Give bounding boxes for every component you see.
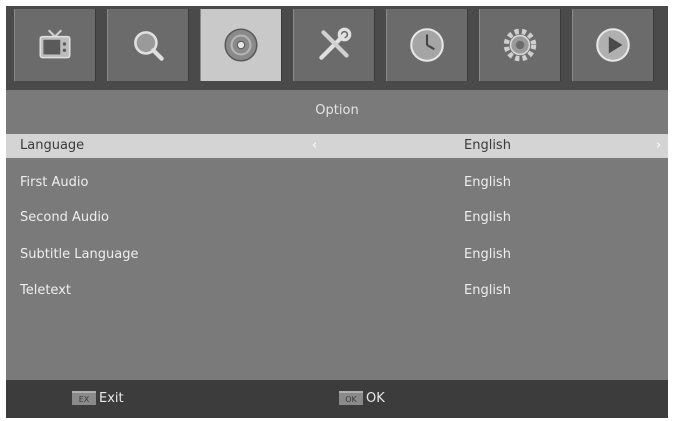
tab-media[interactable] bbox=[572, 9, 654, 81]
menu-tab-bar bbox=[6, 6, 668, 90]
tab-clock[interactable] bbox=[386, 9, 468, 81]
chevron-right-icon[interactable]: › bbox=[656, 134, 661, 158]
option-label: First Audio bbox=[20, 175, 89, 190]
page-title: Option bbox=[315, 103, 359, 118]
option-label: Teletext bbox=[20, 283, 71, 298]
option-value: English bbox=[464, 138, 511, 153]
ok-hint[interactable]: OK bbox=[366, 390, 385, 408]
option-row-second-audio[interactable]: Second Audio English bbox=[6, 206, 668, 230]
tab-tools[interactable] bbox=[293, 9, 375, 81]
option-value: English bbox=[464, 247, 511, 262]
chevron-left-icon[interactable]: ‹ bbox=[312, 134, 317, 158]
footer-bar: EX Exit OK OK bbox=[6, 380, 668, 418]
search-icon bbox=[134, 31, 164, 61]
option-row-first-audio[interactable]: First Audio English bbox=[6, 171, 668, 195]
disc-icon bbox=[224, 28, 258, 62]
tools-icon bbox=[319, 27, 352, 60]
option-row-language[interactable]: Language ‹ English › bbox=[6, 134, 668, 158]
option-label: Language bbox=[20, 138, 85, 153]
option-value: English bbox=[464, 175, 511, 190]
ok-key-icon: OK bbox=[339, 391, 363, 405]
option-value: English bbox=[464, 210, 511, 225]
settings-screen: Option Language ‹ English › First Audio … bbox=[6, 6, 668, 418]
tab-search[interactable] bbox=[107, 9, 189, 81]
gear-icon bbox=[503, 28, 537, 62]
exit-hint[interactable]: Exit bbox=[99, 390, 124, 408]
option-row-subtitle-language[interactable]: Subtitle Language English bbox=[6, 243, 668, 267]
option-label: Second Audio bbox=[20, 210, 109, 225]
option-label: Subtitle Language bbox=[20, 247, 139, 262]
exit-key-icon: EX bbox=[72, 391, 96, 405]
option-value: English bbox=[464, 283, 511, 298]
tab-settings[interactable] bbox=[479, 9, 561, 81]
option-row-teletext[interactable]: Teletext English bbox=[6, 279, 668, 303]
play-icon bbox=[596, 28, 630, 62]
tab-disc[interactable] bbox=[200, 9, 282, 81]
tab-tv[interactable] bbox=[14, 9, 96, 81]
clock-icon bbox=[410, 28, 444, 62]
tv-icon bbox=[39, 29, 71, 59]
